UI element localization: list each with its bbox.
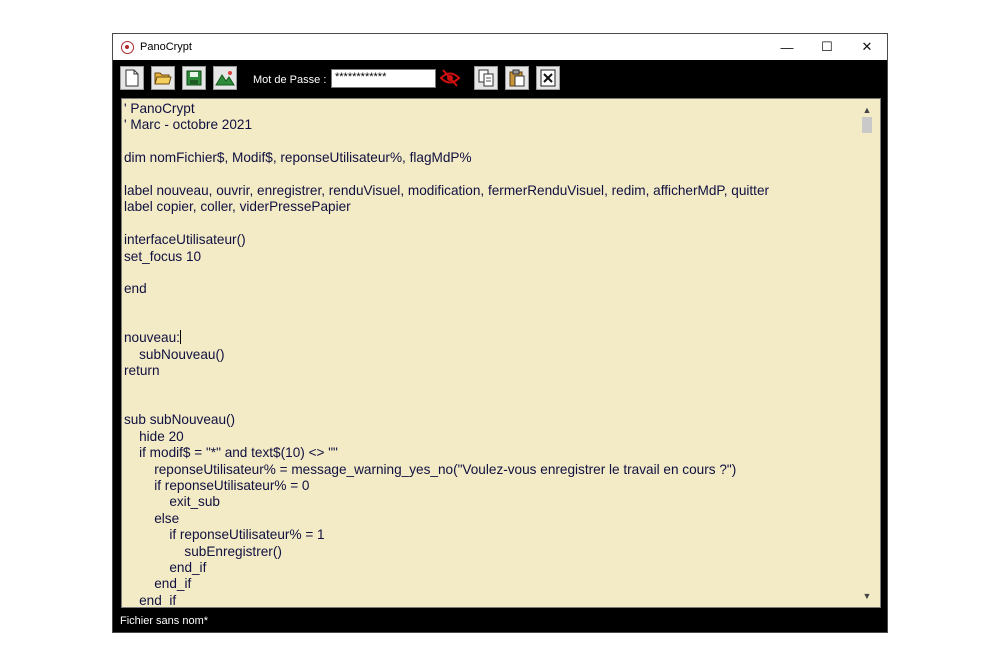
paste-icon [509, 69, 525, 87]
status-filename: Fichier sans nom* [120, 615, 209, 627]
code-line: hide 20 [124, 428, 184, 444]
code-line: else [124, 510, 180, 526]
code-line: ' PanoCrypt [124, 101, 195, 116]
password-input[interactable]: ************ [331, 69, 436, 88]
save-button[interactable] [182, 66, 206, 90]
code-line: end_if [124, 559, 207, 575]
code-line: subEnregistrer() [124, 543, 282, 559]
toolbar: Mot de Passe : ************ [113, 61, 887, 97]
code-line: interfaceUtilisateur() [124, 232, 246, 248]
code-line: if reponseUtilisateur% = 1 [124, 527, 325, 543]
code-line: set_focus 10 [124, 248, 202, 264]
code-line: if modif$ = "*" and text$(10) <> "" [124, 445, 338, 461]
window-title: PanoCrypt [140, 41, 192, 53]
show-password-button[interactable] [439, 68, 461, 88]
code-editor[interactable]: ' PanoCrypt ' Marc - octobre 2021 dim nomF… [121, 98, 881, 608]
folder-open-icon [154, 72, 172, 85]
code-line: subNouveau() [124, 346, 225, 362]
new-file-icon [125, 69, 139, 87]
open-folder-button[interactable] [151, 66, 175, 90]
scroll-thumb[interactable] [862, 117, 872, 133]
code-line: sub subNouveau() [124, 412, 236, 428]
code-line: return [124, 363, 160, 379]
scroll-up-icon[interactable]: ▲ [860, 103, 874, 117]
floppy-disk-icon [186, 70, 202, 86]
image-icon [215, 70, 235, 86]
code-line: nouveau: [124, 330, 181, 346]
maximize-button[interactable]: ☐ [807, 34, 847, 60]
code-line: reponseUtilisateur% = message_warning_ye… [124, 461, 737, 477]
copy-button[interactable] [474, 66, 498, 90]
minimize-button[interactable]: — [767, 34, 807, 60]
vertical-scrollbar[interactable]: ▲ ▼ [860, 103, 874, 603]
copy-icon [478, 69, 494, 87]
code-text[interactable]: ' PanoCrypt ' Marc - octobre 2021 dim nomF… [124, 101, 770, 608]
code-line: exit_sub [124, 494, 220, 510]
code-line: label copier, coller, viderPressePapier [124, 199, 351, 215]
code-line: if reponseUtilisateur% = 0 [124, 477, 310, 493]
title-bar[interactable]: PanoCrypt — ☐ ✕ [113, 34, 887, 60]
password-label: Mot de Passe : [253, 74, 327, 86]
code-line: dim nomFichier$, Modif$, reponseUtilisat… [124, 150, 472, 166]
close-button[interactable]: ✕ [847, 34, 887, 60]
code-line: label nouveau, ouvrir, enregistrer, rend… [124, 182, 770, 198]
status-bar: Fichier sans nom* [113, 610, 887, 632]
code-line: end_if [124, 576, 192, 592]
code-line: ' Marc - octobre 2021 [124, 117, 253, 133]
text-caret [179, 330, 181, 345]
visual-render-button[interactable] [213, 66, 237, 90]
paste-button[interactable] [505, 66, 529, 90]
clear-x-icon [540, 69, 556, 87]
code-line: end [124, 281, 147, 297]
code-line: end_if [124, 592, 177, 608]
scroll-down-icon[interactable]: ▼ [860, 589, 874, 603]
app-window: PanoCrypt — ☐ ✕ Mot de Passe: *********… [112, 33, 888, 633]
app-logo-icon [121, 40, 134, 54]
new-file-button[interactable] [120, 66, 144, 90]
clear-clipboard-button[interactable] [536, 66, 560, 90]
eye-crossed-icon [439, 69, 461, 87]
